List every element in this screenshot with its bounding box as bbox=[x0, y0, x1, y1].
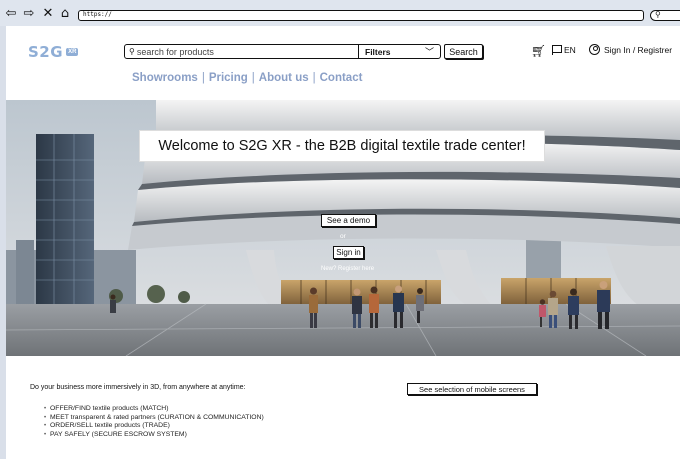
nav-item-about[interactable]: About us bbox=[255, 72, 313, 84]
home-icon[interactable]: ⌂ bbox=[58, 6, 72, 20]
search-button[interactable]: Search bbox=[444, 44, 483, 59]
list-item: MEET transparent & rated partners (CURAT… bbox=[44, 414, 264, 423]
search-icon: ⚲ bbox=[129, 47, 135, 56]
signin-label: Sign In / Registrer bbox=[604, 44, 673, 55]
filters-label: Filters bbox=[365, 46, 391, 57]
list-item: PAY SAFELY (SECURE ESCROW SYSTEM) bbox=[44, 431, 264, 440]
product-search-bar: ⚲ Filters ﹀ bbox=[124, 44, 441, 59]
nav-item-showrooms[interactable]: Showrooms bbox=[128, 72, 202, 84]
stop-icon[interactable]: ✕ bbox=[41, 6, 55, 20]
hero-signin-button[interactable]: Sign in bbox=[333, 246, 364, 259]
nav-item-pricing[interactable]: Pricing bbox=[205, 72, 252, 84]
browser-search-box[interactable]: ⚲ bbox=[650, 10, 680, 21]
feature-list: OFFER/FIND textile products (MATCH) MEET… bbox=[44, 405, 264, 440]
browser-toolbar: ⇦ ⇨ ✕ ⌂ https:// ⚲ bbox=[0, 0, 680, 26]
site-logo[interactable]: S2G XR bbox=[28, 43, 79, 61]
see-demo-button[interactable]: See a demo bbox=[321, 214, 376, 227]
logo-text: S2G bbox=[28, 43, 64, 61]
flag-icon bbox=[552, 45, 562, 55]
web-page: S2G XR ⚲ Filters ﹀ Search 🛒︎ EN Sign In … bbox=[6, 26, 680, 459]
url-bar[interactable]: https:// bbox=[78, 10, 644, 21]
forward-arrow-icon[interactable]: ⇨ bbox=[22, 6, 36, 20]
nav-item-contact[interactable]: Contact bbox=[316, 72, 367, 84]
tagline: Do your business more immersively in 3D,… bbox=[30, 384, 246, 391]
chevron-down-icon: ﹀ bbox=[424, 48, 434, 58]
signin-register-link[interactable]: Sign In / Registrer bbox=[589, 44, 672, 55]
list-item: ORDER/SELL textile products (TRADE) bbox=[44, 422, 264, 431]
cart-icon[interactable]: 🛒︎ bbox=[531, 44, 546, 58]
search-input[interactable] bbox=[136, 46, 337, 57]
hero-title: Welcome to S2G XR - the B2B digital text… bbox=[139, 130, 545, 162]
back-arrow-icon[interactable]: ⇦ bbox=[4, 6, 18, 20]
language-label: EN bbox=[564, 45, 576, 55]
language-selector[interactable]: EN bbox=[552, 45, 576, 55]
main-nav: Showrooms | Pricing | About us | Contact bbox=[128, 72, 366, 84]
logo-badge: XR bbox=[66, 48, 79, 56]
hero-banner: Welcome to S2G XR - the B2B digital text… bbox=[6, 100, 680, 356]
or-text: or bbox=[340, 233, 346, 240]
user-icon bbox=[589, 44, 600, 55]
search-input-container: ⚲ bbox=[125, 45, 359, 58]
register-link[interactable]: New? Register here bbox=[321, 266, 374, 272]
search-icon: ⚲ bbox=[655, 10, 661, 19]
mobile-screens-button[interactable]: See selection of mobile screens bbox=[407, 383, 537, 395]
filters-dropdown[interactable]: Filters ﹀ bbox=[359, 45, 440, 59]
list-item: OFFER/FIND textile products (MATCH) bbox=[44, 405, 264, 414]
